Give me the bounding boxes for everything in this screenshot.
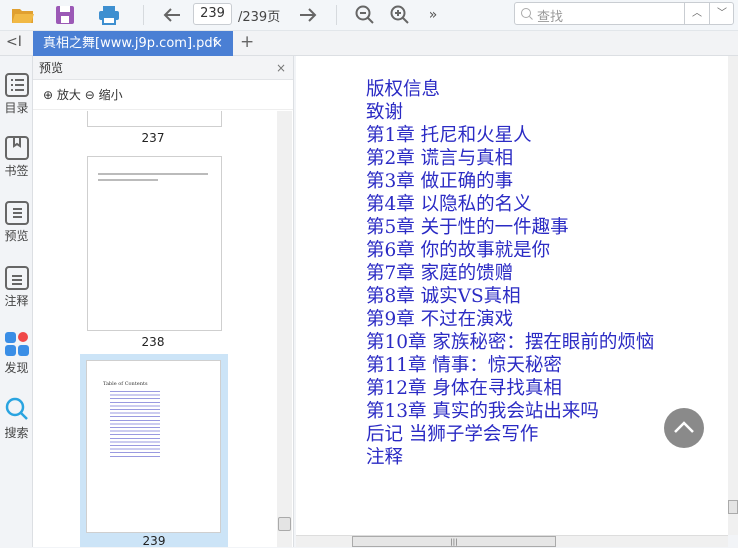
sidebar-item-annotations[interactable]: 注释: [0, 266, 33, 309]
sidebar-label: 发现: [4, 361, 29, 375]
toc-entry[interactable]: 第2章 谎言与真相: [366, 147, 654, 170]
new-tab-button[interactable]: +: [240, 32, 254, 52]
document-vertical-scrollbar[interactable]: [728, 56, 738, 535]
next-page-button[interactable]: [296, 3, 320, 27]
chevron-up-icon: [674, 421, 694, 433]
preview-panel: 预览 × ⊕ 放大 ⊖ 缩小 237 238 Table of Contents …: [33, 56, 294, 548]
save-icon[interactable]: [53, 3, 77, 27]
zoom-out-icon[interactable]: [353, 3, 377, 27]
toc-entry[interactable]: 第10章 家族秘密：摆在眼前的烦恼: [366, 331, 654, 354]
toc-entry[interactable]: 第9章 不过在演戏: [366, 308, 654, 331]
sidebar-label: 预览: [4, 229, 29, 243]
tab-close-icon[interactable]: ×: [212, 31, 223, 56]
search-icon: [521, 8, 533, 20]
pages-icon: [4, 201, 29, 225]
toc-entry[interactable]: 致谢: [366, 101, 654, 124]
prev-page-button[interactable]: [160, 3, 184, 27]
sidebar-label: 书签: [4, 164, 29, 178]
toc-entry[interactable]: 第7章 家庭的馈赠: [366, 262, 654, 285]
panel-zoom-out-button[interactable]: ⊖ 缩小: [85, 88, 123, 102]
more-button[interactable]: »: [424, 3, 442, 27]
toc-entry[interactable]: 第12章 身体在寻找真相: [366, 377, 654, 400]
selected-thumbnail[interactable]: Table of Contents 239: [80, 354, 228, 548]
tab-document[interactable]: 真相之舞[www.j9p.com].pdf ×: [33, 31, 233, 56]
toc-entry[interactable]: 第3章 做正确的事: [366, 170, 654, 193]
toc-entry[interactable]: 第8章 诚实VS真相: [366, 285, 654, 308]
sidebar-rail: 目录 书签 预览 注释 发现 搜索: [0, 56, 33, 547]
search-prev-button[interactable]: ︿: [684, 3, 709, 24]
toolbar: 239 /239页 » 查找 ︿ ﹀: [0, 0, 738, 31]
search-next-button[interactable]: ﹀: [709, 3, 734, 24]
apps-icon: [4, 332, 29, 356]
page-number-label: 238: [141, 335, 165, 349]
note-icon: [4, 266, 29, 290]
sidebar-item-search[interactable]: 搜索: [0, 396, 33, 441]
tab-label: 真相之舞[www.j9p.com].pdf: [43, 36, 218, 51]
zoom-in-icon[interactable]: [388, 3, 412, 27]
search-icon: [5, 397, 28, 420]
back-to-top-button[interactable]: [664, 408, 704, 448]
page-thumbnail[interactable]: [87, 156, 222, 331]
open-folder-icon[interactable]: [10, 3, 36, 27]
toc-entry[interactable]: 第5章 关于性的一件趣事: [366, 216, 654, 239]
sidebar-item-bookmarks[interactable]: 书签: [0, 136, 33, 179]
print-icon[interactable]: [96, 3, 122, 27]
panel-title: 预览: [39, 61, 64, 75]
page-thumbnail: Table of Contents: [86, 360, 221, 533]
thumb-title: Table of Contents: [103, 381, 148, 387]
page-thumbnail[interactable]: [87, 111, 222, 127]
sidebar-item-toc[interactable]: 目录: [0, 73, 33, 116]
zoom-in-label: 放大: [56, 88, 81, 102]
document-horizontal-scrollbar[interactable]: |||: [296, 535, 728, 547]
page-number-label: 237: [141, 131, 165, 145]
tab-bar: <I 真相之舞[www.j9p.com].pdf × +: [0, 31, 738, 56]
sidebar-label: 搜索: [4, 426, 29, 440]
search-input[interactable]: 查找 ︿ ﹀: [514, 2, 734, 25]
zoom-out-label: 缩小: [98, 88, 123, 102]
collapse-sidebar-button[interactable]: <I: [6, 34, 22, 50]
toc-entry[interactable]: 版权信息: [366, 78, 654, 101]
toc-entry[interactable]: 第4章 以隐私的名义: [366, 193, 654, 216]
sidebar-label: 目录: [4, 101, 29, 115]
search-placeholder: 查找: [537, 10, 564, 25]
page-number-label: 239: [142, 534, 166, 548]
panel-scrollbar[interactable]: [277, 111, 292, 547]
page-total: /239页: [238, 10, 281, 25]
sidebar-label: 注释: [4, 294, 29, 308]
toc-entry[interactable]: 后记 当狮子学会写作: [366, 423, 654, 446]
bookmark-icon: [4, 136, 29, 160]
panel-zoom-in-button[interactable]: ⊕ 放大: [43, 88, 81, 102]
toc-entry[interactable]: 第13章 真实的我会站出来吗: [366, 400, 654, 423]
document-page: 版权信息 致谢 第1章 托尼和火星人 第2章 谎言与真相 第3章 做正确的事 第4章 以隐…: [296, 56, 728, 535]
toc-entry[interactable]: 第6章 你的故事就是你: [366, 239, 654, 262]
scrollbar-thumb[interactable]: [278, 517, 291, 531]
page-number-input[interactable]: 239: [193, 3, 232, 25]
toc-entry[interactable]: 第11章 情事：惊天秘密: [366, 354, 654, 377]
toc-entry[interactable]: 注释: [366, 446, 654, 469]
panel-close-icon[interactable]: ×: [276, 56, 286, 80]
sidebar-item-discover[interactable]: 发现: [0, 331, 33, 376]
panel-zoom-row: ⊕ 放大 ⊖ 缩小: [33, 80, 293, 110]
panel-header: 预览 ×: [33, 56, 293, 80]
scrollbar-thumb[interactable]: [728, 500, 738, 514]
toc-entry[interactable]: 第1章 托尼和火星人: [366, 124, 654, 147]
sidebar-item-preview[interactable]: 预览: [0, 201, 33, 244]
list-icon: [4, 73, 29, 97]
table-of-contents: 版权信息 致谢 第1章 托尼和火星人 第2章 谎言与真相 第3章 做正确的事 第4章 以隐…: [366, 78, 654, 469]
scrollbar-thumb[interactable]: |||: [352, 536, 556, 547]
